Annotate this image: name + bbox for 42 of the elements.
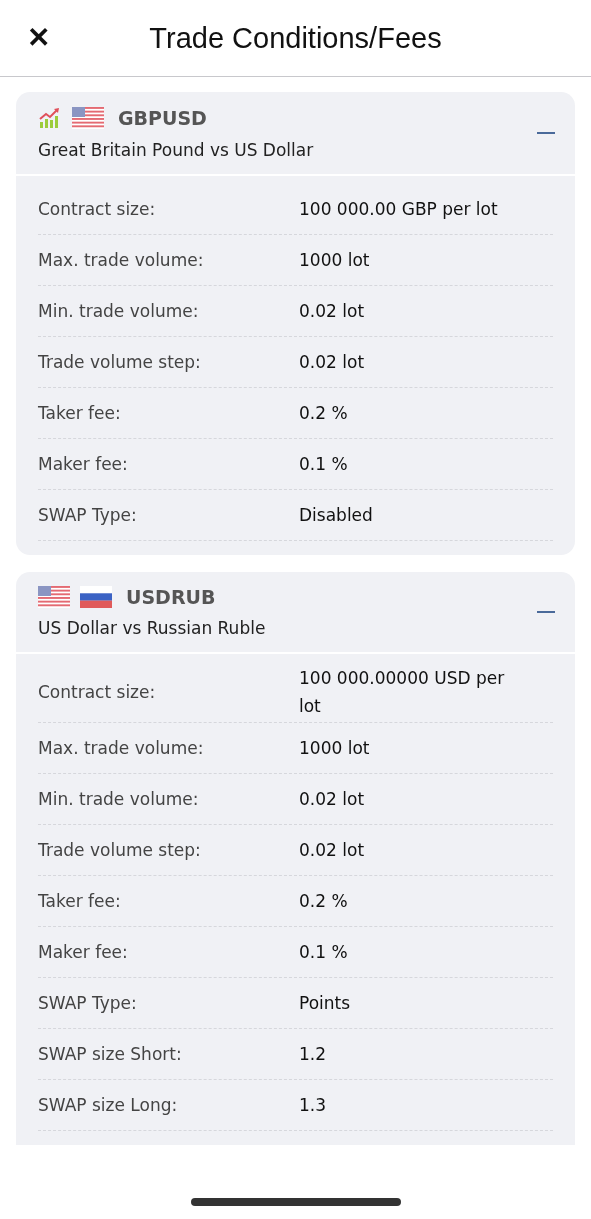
condition-value: 0.1 % [299,453,349,476]
russia-flag-icon [80,586,112,608]
condition-value: 0.2 % [299,402,349,425]
instrument-symbol: USDRUB [126,586,216,608]
condition-value: 1.2 [299,1043,328,1066]
condition-value: 1000 lot [299,249,371,272]
condition-label: Taker fee: [38,891,122,911]
condition-label: SWAP size Short: [38,1044,183,1064]
condition-label: Max. trade volume: [38,738,205,758]
condition-value: 100 000.00 GBP per lot [299,198,499,221]
us-flag-icon [38,586,70,608]
condition-value: 0.1 % [299,941,349,964]
condition-label: Contract size: [38,682,157,702]
us-flag-icon [72,107,104,129]
condition-label: Min. trade volume: [38,789,200,809]
condition-value: 0.02 lot [299,839,366,862]
condition-value: 1.3 [299,1094,328,1117]
growth-chart-icon [38,106,62,130]
condition-value: Disabled [299,504,374,527]
condition-value: 0.02 lot [299,300,366,323]
condition-value: 100 000.00000 USD per lot [299,667,506,718]
condition-value: 1000 lot [299,737,371,760]
instrument-symbol: GBPUSD [118,107,207,129]
condition-label: Taker fee: [38,403,122,423]
condition-label: Maker fee: [38,454,129,474]
close-button[interactable]: ✕ [22,20,54,56]
condition-label: SWAP Type: [38,993,138,1013]
condition-label: Min. trade volume: [38,301,200,321]
condition-value: 0.02 lot [299,351,366,374]
condition-label: Max. trade volume: [38,250,205,270]
instrument-name: US Dollar vs Russian Ruble [38,618,267,638]
condition-label: Contract size: [38,199,157,219]
condition-value: 0.2 % [299,890,349,913]
condition-label: Trade volume step: [38,840,202,860]
page-title: Trade Conditions/Fees [149,21,442,55]
condition-label: SWAP size Long: [38,1095,179,1115]
condition-value: 0.02 lot [299,788,366,811]
condition-label: Maker fee: [38,942,129,962]
condition-label: Trade volume step: [38,352,202,372]
condition-value: Points [299,992,352,1015]
condition-label: SWAP Type: [38,505,138,525]
instrument-name: Great Britain Pound vs US Dollar [38,140,315,160]
